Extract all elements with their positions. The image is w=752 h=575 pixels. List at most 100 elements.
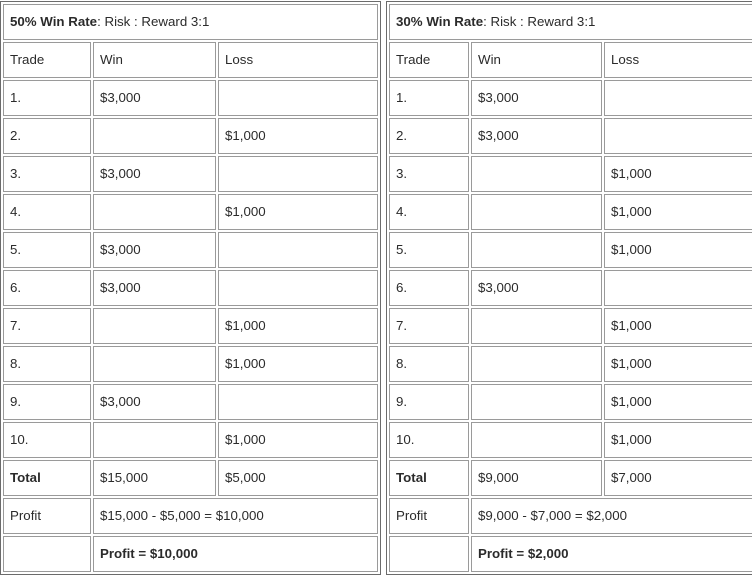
table-title-rest: : Risk : Reward 3:1: [483, 14, 596, 30]
trade-loss: [218, 232, 379, 268]
trade-win: [471, 194, 603, 230]
trade-number: 6.: [389, 270, 470, 306]
win-rate-table-50: 50% Win Rate: Risk : Reward 3:1 Trade Wi…: [0, 1, 382, 575]
trade-number: 6.: [3, 270, 91, 306]
profit-final-spacer: [389, 536, 470, 572]
profit-final-spacer: [3, 536, 91, 572]
column-header-row: Trade Win Loss: [3, 42, 379, 78]
trade-win: [93, 422, 216, 458]
trade-number: 4.: [3, 194, 91, 230]
table-row: 1. $3,000: [3, 80, 379, 116]
table-title-cell: 50% Win Rate: Risk : Reward 3:1: [3, 4, 379, 40]
trade-number: 4.: [389, 194, 470, 230]
table-row: 10. $1,000: [3, 422, 379, 458]
trade-win: $3,000: [93, 270, 216, 306]
trade-win: [93, 346, 216, 382]
table-row: 3. $3,000: [3, 156, 379, 192]
column-header-win: Win: [471, 42, 603, 78]
profit-label: Profit: [389, 498, 470, 534]
column-header-loss: Loss: [218, 42, 379, 78]
profit-label: Profit: [3, 498, 91, 534]
trade-number: 5.: [389, 232, 470, 268]
trade-win: $3,000: [471, 270, 603, 306]
trade-loss: [604, 270, 752, 306]
trade-number: 10.: [389, 422, 470, 458]
table-row: 4. $1,000: [3, 194, 379, 230]
win-rate-table-30: 30% Win Rate: Risk : Reward 3:1 Trade Wi…: [386, 1, 752, 575]
column-header-loss: Loss: [604, 42, 752, 78]
trade-loss: $1,000: [604, 422, 752, 458]
trade-number: 5.: [3, 232, 91, 268]
trade-loss: $1,000: [218, 118, 379, 154]
trade-number: 7.: [389, 308, 470, 344]
total-win: $9,000: [471, 460, 603, 496]
table-title-strong: 50% Win Rate: [10, 14, 98, 30]
trade-number: 3.: [389, 156, 470, 192]
trade-win: [471, 346, 603, 382]
trade-win: [471, 156, 603, 192]
total-label: Total: [3, 460, 91, 496]
table-title-strong: 30% Win Rate: [396, 14, 484, 30]
trade-win: $3,000: [471, 118, 603, 154]
trade-number: 1.: [3, 80, 91, 116]
trade-loss: $1,000: [604, 194, 752, 230]
table-title-row: 30% Win Rate: Risk : Reward 3:1: [389, 4, 752, 40]
total-loss: $5,000: [218, 460, 379, 496]
table-row: 10. $1,000: [389, 422, 752, 458]
profit-formula: $9,000 - $7,000 = $2,000: [471, 498, 752, 534]
trade-win: [93, 118, 216, 154]
total-row: Total $15,000 $5,000: [3, 460, 379, 496]
table-title-row: 50% Win Rate: Risk : Reward 3:1: [3, 4, 379, 40]
trade-loss: $1,000: [218, 422, 379, 458]
table-row: 8. $1,000: [3, 346, 379, 382]
trade-number: 1.: [389, 80, 470, 116]
trade-loss: [218, 80, 379, 116]
table-row: 8. $1,000: [389, 346, 752, 382]
profit-final-value: Profit = $10,000: [93, 536, 379, 572]
table-row: 2. $1,000: [3, 118, 379, 154]
trade-loss: [218, 156, 379, 192]
column-header-trade: Trade: [389, 42, 470, 78]
trade-loss: [218, 384, 379, 420]
table-row: 9. $3,000: [3, 384, 379, 420]
trade-number: 2.: [3, 118, 91, 154]
trade-loss: $1,000: [604, 346, 752, 382]
trade-number: 10.: [3, 422, 91, 458]
trade-loss: $1,000: [604, 232, 752, 268]
trade-loss: $1,000: [604, 384, 752, 420]
trade-win: $3,000: [93, 80, 216, 116]
trade-win: [471, 232, 603, 268]
trade-number: 9.: [3, 384, 91, 420]
trade-loss: [604, 80, 752, 116]
trade-number: 7.: [3, 308, 91, 344]
trade-loss: $1,000: [604, 156, 752, 192]
profit-final-row: Profit = $2,000: [389, 536, 752, 572]
table-row: 9. $1,000: [389, 384, 752, 420]
table-row: 7. $1,000: [3, 308, 379, 344]
table-row: 4. $1,000: [389, 194, 752, 230]
table-row: 5. $3,000: [3, 232, 379, 268]
total-win: $15,000: [93, 460, 216, 496]
trade-number: 2.: [389, 118, 470, 154]
column-header-win: Win: [93, 42, 216, 78]
trade-win: $3,000: [471, 80, 603, 116]
trade-win: [471, 308, 603, 344]
trade-number: 3.: [3, 156, 91, 192]
comparison-tables-page: 50% Win Rate: Risk : Reward 3:1 Trade Wi…: [0, 0, 752, 575]
table-title-cell: 30% Win Rate: Risk : Reward 3:1: [389, 4, 752, 40]
profit-row: Profit $9,000 - $7,000 = $2,000: [389, 498, 752, 534]
table-title-rest: : Risk : Reward 3:1: [97, 14, 210, 30]
trade-win: $3,000: [93, 156, 216, 192]
trade-win: $3,000: [93, 232, 216, 268]
table-row: 1. $3,000: [389, 80, 752, 116]
table-row: 7. $1,000: [389, 308, 752, 344]
table-row: 5. $1,000: [389, 232, 752, 268]
trade-loss: $1,000: [218, 346, 379, 382]
trade-loss: [218, 270, 379, 306]
trade-number: 8.: [3, 346, 91, 382]
table-row: 2. $3,000: [389, 118, 752, 154]
trade-number: 9.: [389, 384, 470, 420]
table-row: 6. $3,000: [3, 270, 379, 306]
profit-row: Profit $15,000 - $5,000 = $10,000: [3, 498, 379, 534]
profit-final-value: Profit = $2,000: [471, 536, 752, 572]
